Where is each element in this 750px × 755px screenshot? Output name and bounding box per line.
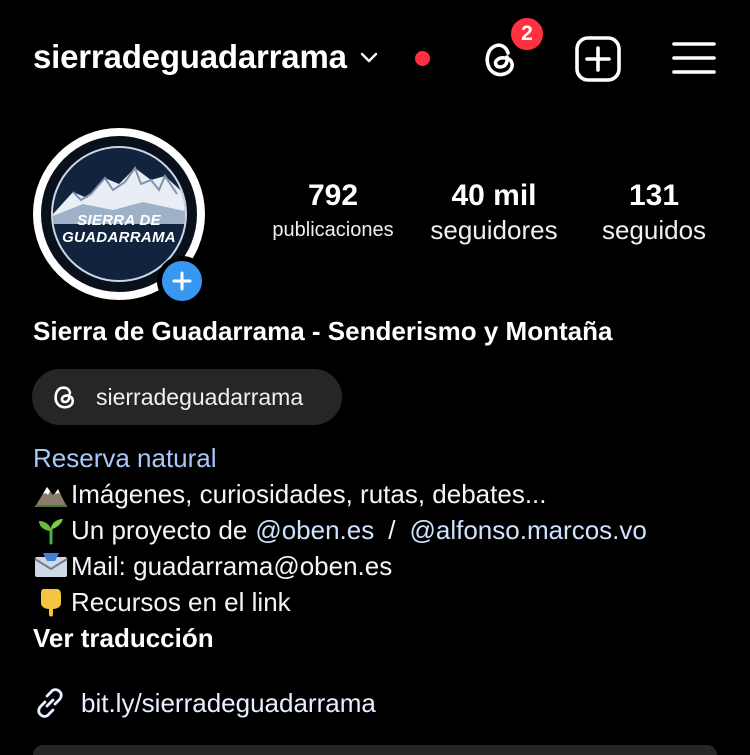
username-switcher[interactable]: sierradeguadarrama [33,38,379,76]
followers-count: 40 mil [451,179,537,212]
mention-link-oben[interactable]: @oben.es [255,512,374,548]
category-label: Reserva natural [33,443,217,473]
envelope-emoji-icon [34,553,68,577]
plus-square-icon[interactable] [574,35,622,83]
posts-stat[interactable]: 792 publicaciones [258,178,408,246]
profile-page: sierradeguadarrama 2 SIERRA DE GUADARRAM… [0,0,750,755]
profile-bio: Reserva natural Imágenes, curiosidades, … [33,440,647,656]
bio-text-resources: Recursos en el link [71,587,291,617]
external-link-url: bit.ly/sierradeguadarrama [81,687,376,718]
posts-label: publicaciones [272,219,394,241]
plus-icon [172,271,192,291]
add-story-button[interactable] [157,256,207,306]
bio-line: Un proyecto de @oben.es / @alfonso.marco… [33,512,647,548]
threads-badge[interactable]: 2 [508,15,546,53]
mountain-emoji-icon [35,487,67,507]
bio-line: Mail: guadarrama@oben.es [33,548,647,584]
chevron-down-icon [360,52,377,63]
bio-line: Imágenes, curiosidades, rutas, debates..… [33,476,647,512]
hamburger-menu-icon[interactable] [672,40,716,76]
pointing-down-emoji-icon [41,589,61,617]
following-label: seguidos [601,215,707,245]
notification-dot [415,51,430,66]
bio-separator: / [388,515,396,545]
seedling-emoji-icon [39,519,63,545]
bio-text-mail: Mail: guadarrama@oben.es [71,551,393,581]
threads-icon [54,386,75,409]
external-link[interactable]: bit.ly/sierradeguadarrama [33,686,376,720]
avatar-text-line2: GUADARRAMA [62,229,176,246]
bio-line: Recursos en el link [33,584,647,620]
see-translation-button[interactable]: Ver traducción [33,620,647,656]
username-label: sierradeguadarrama [33,38,347,75]
bio-text-line1: Imágenes, curiosidades, rutas, debates..… [71,479,547,509]
threads-profile-link[interactable]: sierradeguadarrama [32,369,342,425]
following-count: 131 [628,179,680,212]
profile-display-name: Sierra de Guadarrama - Senderismo y Mont… [33,316,613,346]
profile-header: sierradeguadarrama 2 [0,0,750,120]
following-stat[interactable]: 131 seguidos [588,178,720,246]
followers-stat[interactable]: 40 mil seguidores [418,178,570,246]
avatar-text: SIERRA DE GUADARRAMA [53,212,185,246]
avatar-text-line1: SIERRA DE [77,212,161,229]
followers-label: seguidores [430,215,558,245]
threads-handle: sierradeguadarrama [96,383,304,410]
bio-text-project: Un proyecto de [71,515,248,545]
posts-count: 792 [307,179,359,212]
mention-link-alfonso[interactable]: @alfonso.marcos.vo [409,512,646,548]
link-icon [37,688,63,718]
edit-profile-button-partial[interactable] [33,745,717,755]
